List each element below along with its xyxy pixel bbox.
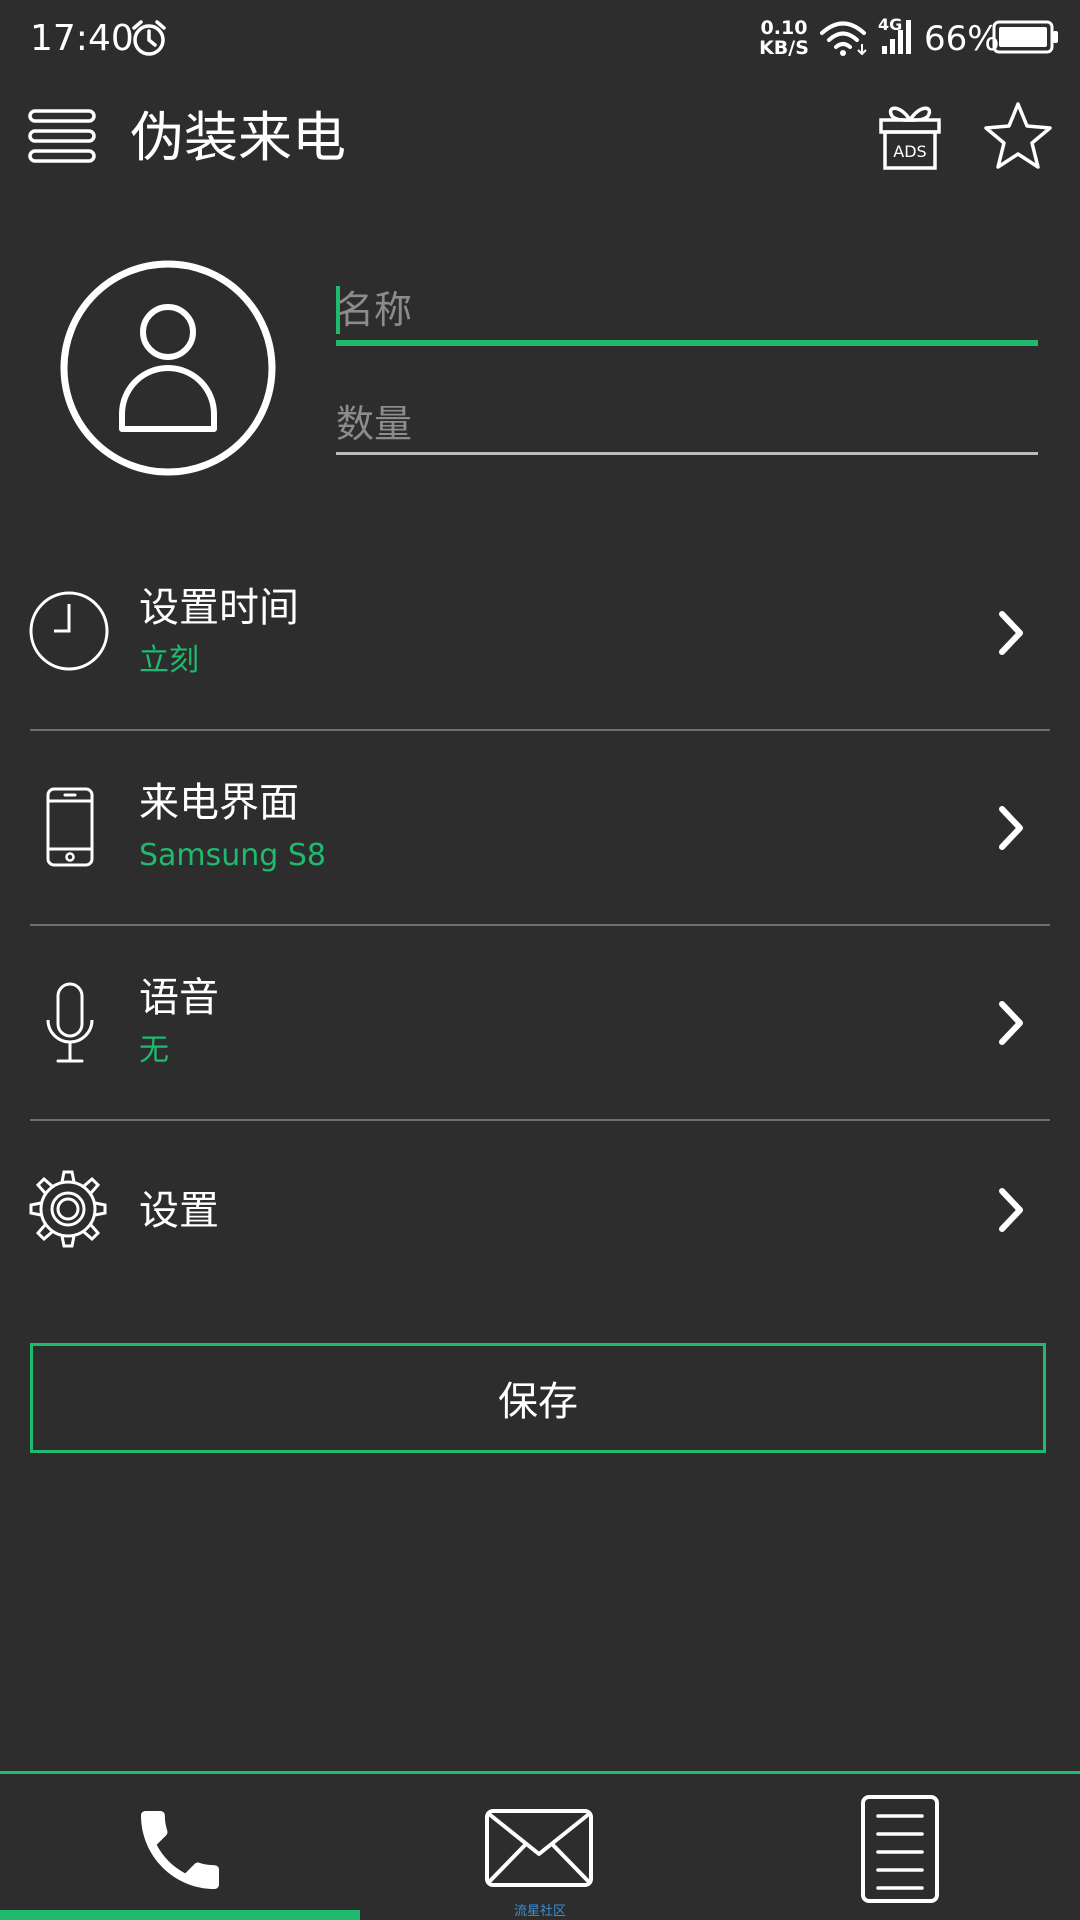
menu-icon[interactable] bbox=[28, 108, 96, 164]
row-value: 立刻 bbox=[139, 643, 199, 678]
phone-icon bbox=[141, 1811, 219, 1889]
watermark-label: 流星社区 bbox=[513, 1904, 566, 1919]
alarm-icon bbox=[132, 20, 166, 56]
settings-row-voice[interactable]: 语音 无 bbox=[0, 926, 1080, 1120]
avatar-placeholder[interactable] bbox=[58, 258, 278, 478]
bottom-nav-border bbox=[0, 1771, 1080, 1774]
wifi-icon bbox=[820, 21, 867, 56]
network-speed-value: 0.10 bbox=[760, 17, 808, 39]
microphone-icon bbox=[46, 982, 94, 1063]
row-title: 设置时间 bbox=[139, 585, 299, 631]
network-speed-unit: KB/S bbox=[759, 37, 809, 59]
network-speed: 0.10 KB/S bbox=[756, 18, 812, 58]
tab-notes[interactable] bbox=[720, 1776, 1080, 1920]
chevron-right-icon bbox=[999, 806, 1023, 850]
notes-icon bbox=[861, 1795, 939, 1903]
settings-row-call-screen[interactable]: 来电界面 Samsung S8 bbox=[0, 731, 1080, 925]
tab-call[interactable] bbox=[0, 1776, 360, 1920]
settings-row-time[interactable]: 设置时间 立刻 bbox=[0, 536, 1080, 730]
text-cursor bbox=[336, 286, 340, 334]
row-value: Samsung S8 bbox=[139, 838, 327, 873]
battery-icon bbox=[992, 20, 1058, 54]
count-input[interactable] bbox=[336, 392, 1038, 456]
app-title: 伪装来电 bbox=[130, 106, 346, 169]
chevron-right-icon bbox=[999, 1188, 1023, 1232]
row-title: 设置 bbox=[139, 1188, 219, 1234]
name-input[interactable] bbox=[336, 278, 1038, 342]
gear-icon bbox=[29, 1170, 107, 1248]
settings-row-settings[interactable]: 设置 bbox=[0, 1121, 1080, 1301]
row-value: 无 bbox=[139, 1033, 169, 1068]
active-tab-indicator bbox=[0, 1910, 360, 1920]
tab-messages[interactable] bbox=[360, 1776, 720, 1920]
star-icon[interactable] bbox=[982, 100, 1054, 172]
battery-percent: 66% bbox=[924, 19, 1000, 59]
status-time: 17:40 bbox=[30, 18, 134, 59]
chevron-right-icon bbox=[999, 1001, 1023, 1045]
chevron-right-icon bbox=[999, 611, 1023, 655]
ads-badge: ADS bbox=[893, 142, 927, 161]
name-input-underline bbox=[336, 340, 1038, 346]
row-title: 语音 bbox=[139, 975, 219, 1021]
count-input-underline bbox=[336, 452, 1038, 455]
phone-device-icon bbox=[46, 787, 94, 867]
clock-icon bbox=[29, 591, 109, 671]
row-title: 来电界面 bbox=[139, 780, 299, 826]
envelope-icon bbox=[485, 1809, 593, 1887]
save-button[interactable]: 保存 bbox=[30, 1343, 1046, 1453]
signal-icon bbox=[882, 20, 911, 54]
ads-gift-button[interactable]: ADS bbox=[878, 100, 942, 172]
